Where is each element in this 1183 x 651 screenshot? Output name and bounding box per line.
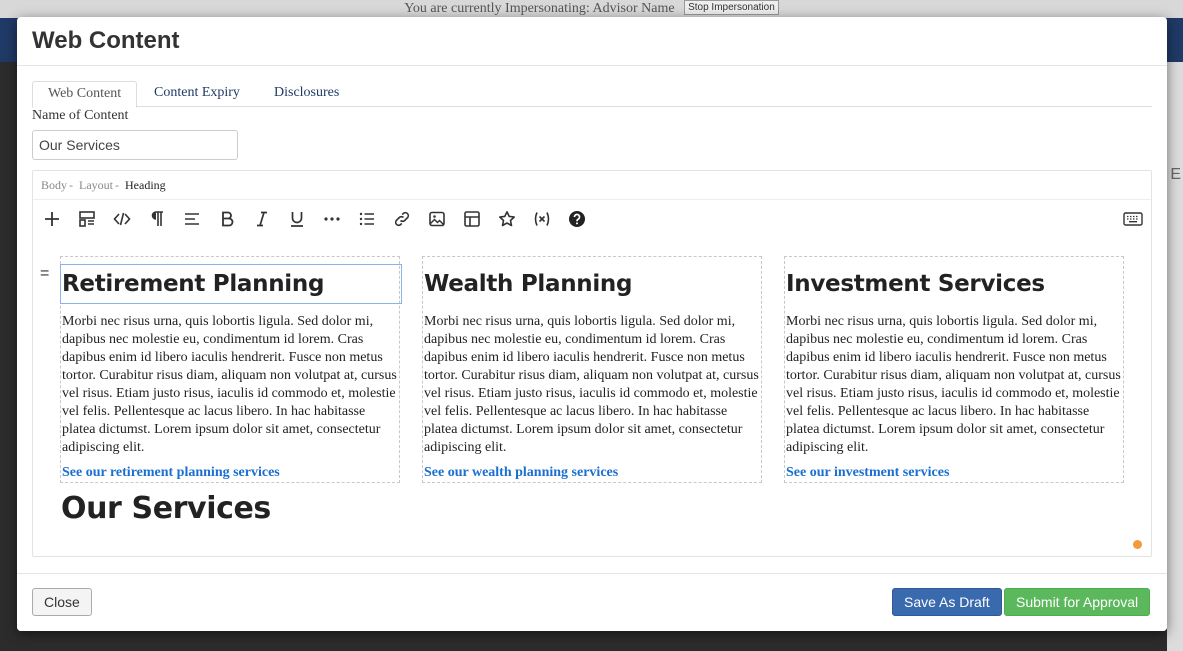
modal-footer: Close Save As Draft Submit for Approval [17, 573, 1167, 631]
underline-icon[interactable] [285, 207, 309, 231]
help-icon[interactable] [565, 207, 589, 231]
column-heading[interactable]: Investment Services [785, 265, 1125, 305]
impersonation-banner: You are currently Impersonating: Advisor… [0, 0, 1183, 18]
column-heading[interactable]: Wealth Planning [423, 265, 763, 305]
column-text[interactable]: Morbi nec risus urna, quis lobortis ligu… [62, 313, 402, 457]
tab-web-content[interactable]: Web Content [32, 81, 138, 108]
column-text[interactable]: Morbi nec risus urna, quis lobortis ligu… [786, 313, 1126, 457]
list-icon[interactable] [355, 207, 379, 231]
star-icon[interactable] [495, 207, 519, 231]
tab-bar: Web Content Content Expiry Disclosures [32, 81, 1152, 108]
table-icon[interactable] [460, 207, 484, 231]
column-link[interactable]: See our retirement planning services [62, 464, 280, 482]
modal-title: Web Content [32, 27, 180, 54]
breadcrumb-layout[interactable]: Layout [79, 178, 113, 192]
breadcrumb-body[interactable]: Body [41, 178, 67, 192]
column-wealth[interactable]: Wealth Planning Morbi nec risus urna, qu… [422, 256, 762, 483]
breadcrumb-heading: Heading [125, 178, 166, 192]
column-retirement[interactable]: Retirement Planning Morbi nec risus urna… [60, 256, 402, 483]
name-of-content-label: Name of Content [32, 108, 129, 123]
more-icon[interactable] [320, 207, 344, 231]
italic-icon[interactable] [250, 207, 274, 231]
column-link[interactable]: See our investment services [786, 464, 949, 482]
variable-icon[interactable] [530, 207, 554, 231]
column-heading[interactable]: Retirement Planning [60, 264, 402, 304]
background-edge-text: E [1170, 166, 1181, 183]
editor-divider [33, 199, 1151, 200]
column-text[interactable]: Morbi nec risus urna, quis lobortis ligu… [424, 313, 764, 457]
align-icon[interactable] [180, 207, 204, 231]
column-investment[interactable]: Investment Services Morbi nec risus urna… [784, 256, 1124, 483]
tab-content-expiry[interactable]: Content Expiry [139, 81, 255, 107]
submit-for-approval-button[interactable]: Submit for Approval [1004, 588, 1151, 616]
services-heading[interactable]: Our Services [61, 489, 271, 529]
paragraph-icon[interactable] [145, 207, 169, 231]
column-link[interactable]: See our wealth planning services [424, 464, 618, 482]
save-as-draft-button[interactable]: Save As Draft [892, 588, 1002, 616]
keyboard-icon[interactable] [1121, 207, 1145, 231]
bold-icon[interactable] [215, 207, 239, 231]
impersonation-text: You are currently Impersonating: Advisor… [404, 1, 675, 16]
rich-text-editor[interactable]: Body - Layout - Heading = Retirement Pla… [32, 170, 1152, 557]
modal-header: Web Content [17, 17, 1167, 66]
background-right-panel: E [1167, 62, 1183, 651]
code-icon[interactable] [110, 207, 134, 231]
name-of-content-input[interactable] [32, 130, 238, 160]
close-button[interactable]: Close [32, 588, 92, 616]
link-icon[interactable] [390, 207, 414, 231]
breadcrumb: Body - Layout - Heading [41, 178, 166, 192]
status-dot [1133, 540, 1142, 549]
stop-impersonation-button[interactable]: Stop Impersonation [684, 0, 779, 15]
block-layout-icon[interactable] [75, 207, 99, 231]
tab-disclosures[interactable]: Disclosures [259, 81, 354, 107]
image-icon[interactable] [425, 207, 449, 231]
web-content-modal: Web Content Web Content Content Expiry D… [17, 17, 1167, 631]
drag-handle[interactable]: = [40, 266, 49, 282]
plus-icon[interactable] [40, 207, 64, 231]
